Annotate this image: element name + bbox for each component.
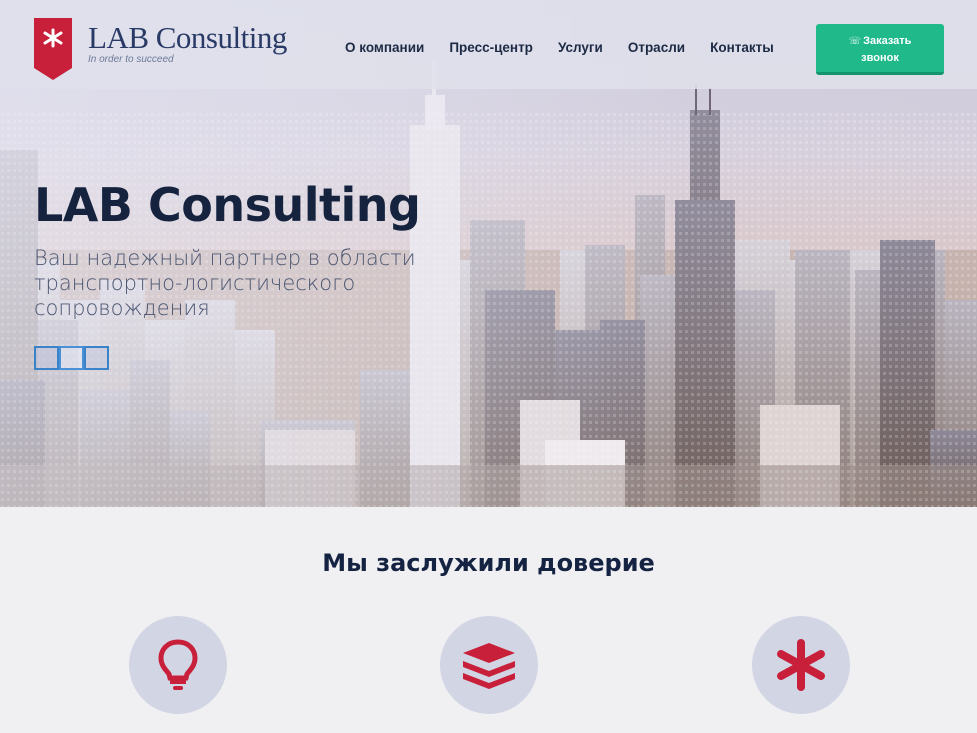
section-title: Мы заслужили доверие [322, 549, 655, 577]
layers-icon [463, 643, 515, 689]
feature-circle-2 [440, 616, 538, 714]
cta-label-line2: звонок [861, 52, 899, 64]
phone-icon: ☏ [848, 36, 862, 47]
lightbulb-icon [158, 639, 198, 690]
hero-subtitle: Ваш надежный партнер в области транспорт… [34, 246, 416, 320]
slider-dot-1[interactable] [34, 346, 59, 370]
main-nav: О компании Пресс-центр Услуги Отрасли Ко… [345, 40, 799, 55]
nav-industries[interactable]: Отрасли [628, 40, 685, 55]
logo-tagline: In order to succeed [88, 54, 174, 65]
site-header: LAB Consulting In order to succeed О ком… [0, 0, 977, 89]
request-call-button[interactable]: ☏ Заказать звонок [816, 24, 944, 75]
feature-circle-1 [129, 616, 227, 714]
trust-section: Мы заслужили доверие [0, 507, 977, 733]
nav-press-center[interactable]: Пресс-центр [449, 40, 533, 55]
feature-circle-3 [752, 616, 850, 714]
nav-about[interactable]: О компании [345, 40, 424, 55]
logo[interactable]: LAB Consulting In order to succeed [34, 18, 287, 80]
slider-dot-2[interactable] [59, 346, 84, 370]
hero-title: LAB Consulting [34, 178, 421, 232]
logo-badge-icon [34, 18, 72, 80]
asterisk-icon [777, 639, 825, 691]
slider-pagination [34, 346, 109, 370]
nav-contacts[interactable]: Контакты [710, 40, 774, 55]
slider-dot-3[interactable] [84, 346, 109, 370]
cta-label-line1: Заказать [863, 35, 912, 47]
logo-title: LAB Consulting [88, 20, 287, 55]
nav-services[interactable]: Услуги [558, 40, 603, 55]
